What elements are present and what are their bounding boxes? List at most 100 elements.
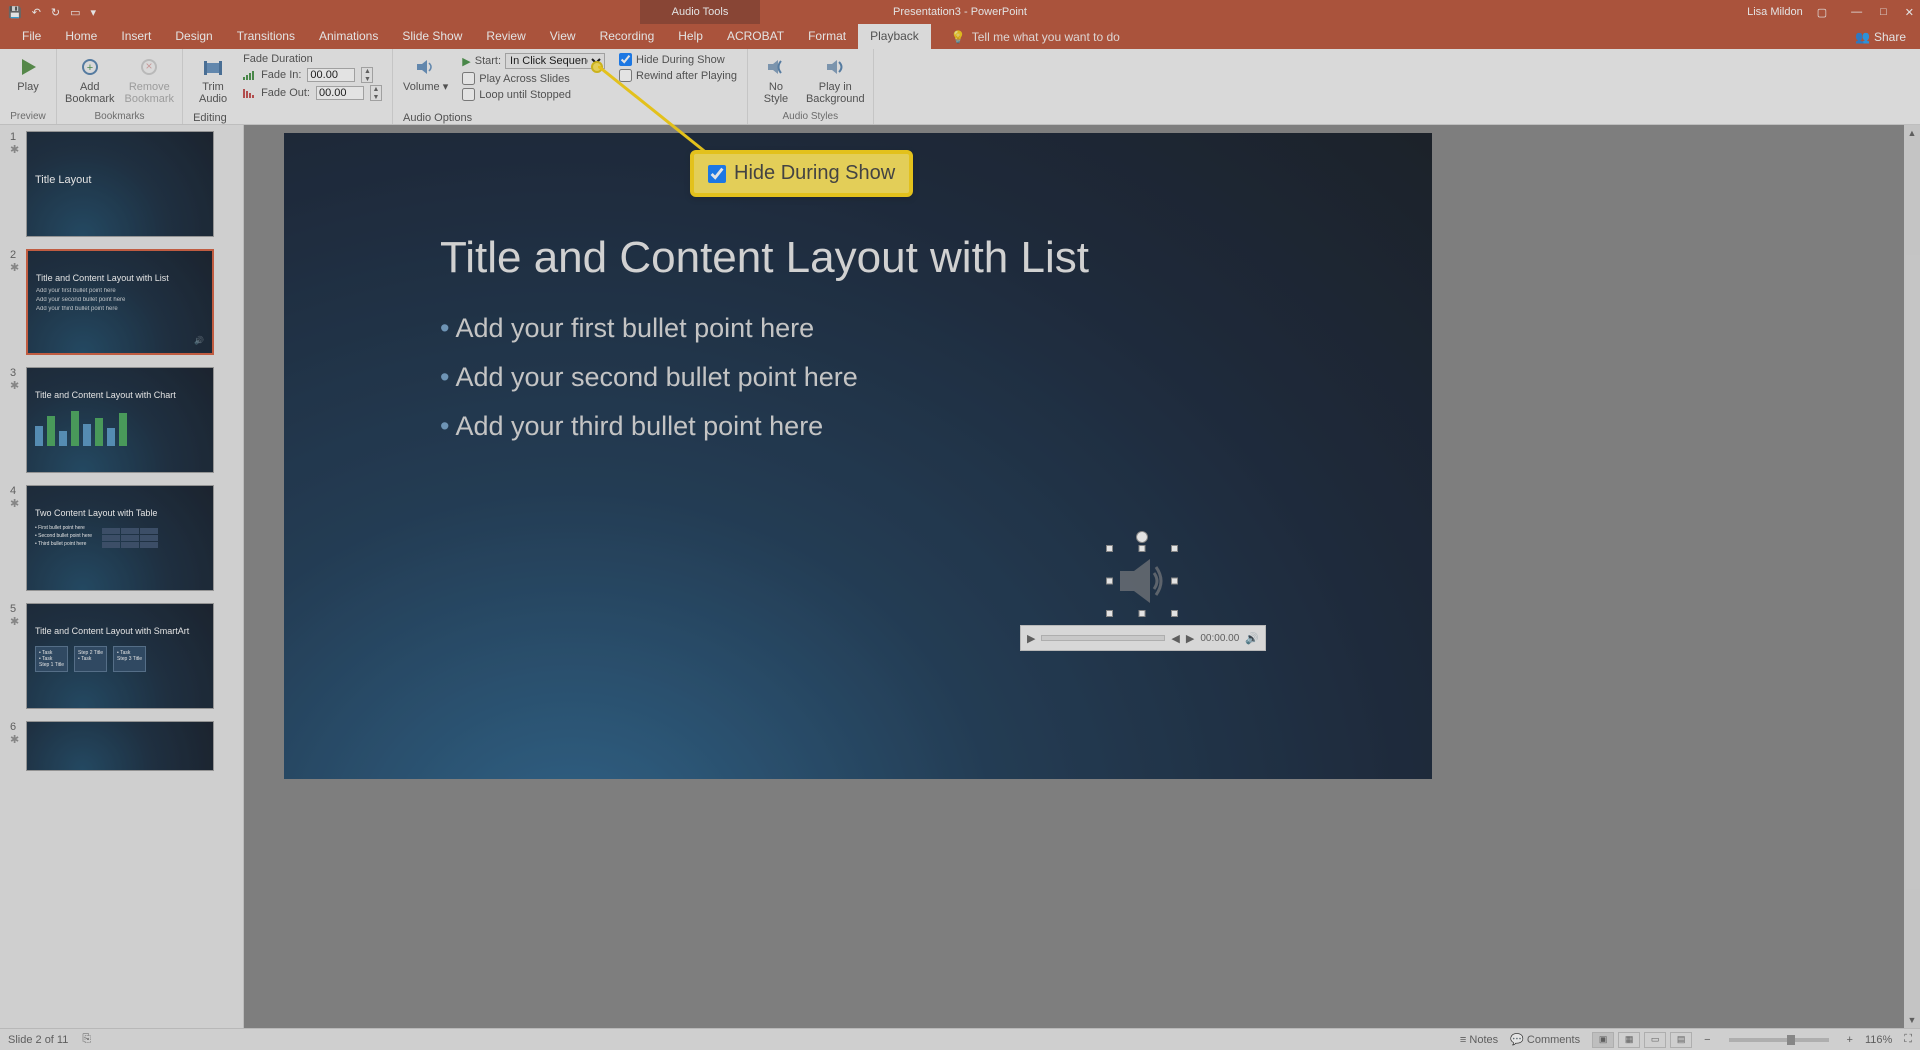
callout-checkbox [708, 165, 726, 183]
tab-animations[interactable]: Animations [307, 24, 390, 49]
svg-text:×: × [146, 59, 153, 73]
tab-transitions[interactable]: Transitions [225, 24, 307, 49]
fade-out-input[interactable] [316, 86, 364, 100]
play-button[interactable]: Play [8, 53, 48, 93]
fade-in-label: Fade In: [261, 69, 301, 81]
tab-acrobat[interactable]: ACROBAT [715, 24, 796, 49]
user-name[interactable]: Lisa Mildon [1747, 6, 1803, 18]
slide-thumbnail-1[interactable]: Title Layout [26, 131, 214, 237]
normal-view-icon[interactable]: ▣ [1592, 1032, 1614, 1048]
bullet-1[interactable]: Add your first bullet point here [440, 313, 1432, 344]
slide-thumbnail-6[interactable] [26, 721, 214, 771]
tab-home[interactable]: Home [53, 24, 109, 49]
play-background-icon [823, 55, 847, 79]
save-icon[interactable]: 💾 [8, 6, 22, 19]
loop-until-stopped-checkbox[interactable]: Loop until Stopped [462, 88, 605, 101]
share-button[interactable]: 👥 Share [1855, 30, 1906, 44]
thumb-number: 5 [10, 603, 16, 615]
slide-counter[interactable]: Slide 2 of 11 [8, 1034, 68, 1046]
scroll-up-icon[interactable]: ▲ [1904, 125, 1920, 141]
preview-group: Play Preview [0, 49, 57, 124]
add-bookmark-button[interactable]: + Add Bookmark [65, 53, 115, 105]
tab-help[interactable]: Help [666, 24, 715, 49]
slideshow-view-icon[interactable]: ▤ [1670, 1032, 1692, 1048]
zoom-level[interactable]: 116% [1865, 1034, 1892, 1046]
notes-button[interactable]: ≡ Notes [1460, 1034, 1498, 1046]
thumb-number: 1 [10, 131, 16, 143]
accessibility-icon[interactable]: ⎘ [82, 1033, 91, 1046]
bookmarks-group: + Add Bookmark × Remove Bookmark Bookmar… [57, 49, 183, 124]
tab-design[interactable]: Design [163, 24, 224, 49]
slide-thumbnail-panel[interactable]: 1✱ Title Layout 2✱ Title and Content Lay… [0, 125, 244, 1028]
slide-canvas[interactable]: Title and Content Layout with List Add y… [284, 133, 1432, 779]
tab-file[interactable]: File [10, 24, 53, 49]
zoom-slider[interactable] [1729, 1038, 1829, 1042]
fit-to-window-icon[interactable]: ⛶ [1904, 1033, 1912, 1046]
fade-out-spinner[interactable]: ▲▼ [370, 85, 382, 101]
audio-object[interactable] [1110, 549, 1174, 613]
player-prev-icon[interactable]: ◀ [1171, 632, 1179, 645]
zoom-thumb[interactable] [1787, 1035, 1795, 1045]
reading-view-icon[interactable]: ▭ [1644, 1032, 1666, 1048]
fade-out-label: Fade Out: [261, 87, 310, 99]
start-from-beginning-icon[interactable]: ▭ [70, 6, 80, 19]
rewind-after-playing-checkbox[interactable]: Rewind after Playing [619, 69, 737, 82]
status-bar: Slide 2 of 11 ⎘ ≡ Notes 💬 Comments ▣ ▦ ▭… [0, 1028, 1920, 1050]
callout-marker [591, 61, 603, 73]
hide-during-show-checkbox[interactable]: Hide During Show [619, 53, 737, 66]
tab-playback[interactable]: Playback [858, 24, 931, 49]
player-next-icon[interactable]: ▶ [1186, 632, 1194, 645]
slide-editor[interactable]: Title and Content Layout with List Add y… [244, 125, 1920, 1028]
title-bar: 💾 ↶ ↻ ▭ ▾ Presentation3 - PowerPoint Aud… [0, 0, 1920, 24]
svg-text:+: + [87, 62, 93, 74]
redo-icon[interactable]: ↻ [51, 6, 60, 19]
fade-in-input[interactable] [307, 68, 355, 82]
sorter-view-icon[interactable]: ▦ [1618, 1032, 1640, 1048]
ribbon: Play Preview + Add Bookmark × Remove Boo… [0, 49, 1920, 125]
fade-in-spinner[interactable]: ▲▼ [361, 67, 373, 83]
share-label: Share [1874, 30, 1906, 44]
bullet-3[interactable]: Add your third bullet point here [440, 411, 1432, 442]
trim-audio-button[interactable]: Trim Audio [193, 53, 233, 105]
callout-label: Hide During Show [734, 162, 895, 185]
tab-review[interactable]: Review [474, 24, 537, 49]
rotate-handle[interactable] [1136, 531, 1148, 543]
tab-view[interactable]: View [538, 24, 588, 49]
volume-icon [414, 55, 438, 79]
qat-dropdown-icon[interactable]: ▾ [91, 6, 97, 19]
undo-icon[interactable]: ↶ [32, 6, 41, 19]
tab-format[interactable]: Format [796, 24, 858, 49]
ribbon-tabs: File Home Insert Design Transitions Anim… [0, 24, 1920, 49]
play-in-background-button[interactable]: Play in Background [806, 53, 865, 105]
slide-thumbnail-2[interactable]: Title and Content Layout with List Add y… [26, 249, 214, 355]
zoom-out-icon[interactable]: − [1704, 1034, 1710, 1046]
ribbon-display-icon[interactable]: ▢ [1817, 6, 1827, 19]
vertical-scrollbar[interactable]: ▲ ▼ [1904, 125, 1920, 1028]
bullet-2[interactable]: Add your second bullet point here [440, 362, 1432, 393]
zoom-in-icon[interactable]: + [1847, 1034, 1853, 1046]
player-play-icon[interactable]: ▶ [1027, 632, 1035, 645]
minimize-icon[interactable]: — [1851, 6, 1862, 19]
slide-bullets[interactable]: Add your first bullet point here Add you… [440, 313, 1432, 442]
comments-button[interactable]: 💬 Comments [1510, 1033, 1580, 1046]
slide-thumbnail-3[interactable]: Title and Content Layout with Chart [26, 367, 214, 473]
slide-thumbnail-5[interactable]: Title and Content Layout with SmartArt •… [26, 603, 214, 709]
player-volume-icon[interactable]: 🔊 [1245, 632, 1259, 645]
scroll-down-icon[interactable]: ▼ [1904, 1012, 1920, 1028]
main-area: 1✱ Title Layout 2✱ Title and Content Lay… [0, 125, 1920, 1028]
tab-recording[interactable]: Recording [588, 24, 667, 49]
volume-button[interactable]: Volume ▾ [403, 53, 448, 101]
close-icon[interactable]: ✕ [1905, 6, 1914, 19]
maximize-icon[interactable]: □ [1880, 6, 1887, 19]
tab-slideshow[interactable]: Slide Show [390, 24, 474, 49]
chevron-down-icon: ▾ [443, 81, 449, 93]
fade-duration-label: Fade Duration [243, 53, 382, 65]
play-across-slides-checkbox[interactable]: Play Across Slides [462, 72, 605, 85]
slide-title[interactable]: Title and Content Layout with List [440, 233, 1432, 283]
tab-insert[interactable]: Insert [109, 24, 163, 49]
tell-me[interactable]: 💡 Tell me what you want to do [951, 30, 1120, 44]
player-track[interactable] [1041, 635, 1165, 641]
no-style-button[interactable]: No Style [756, 53, 796, 105]
player-time: 00:00.00 [1200, 633, 1239, 644]
slide-thumbnail-4[interactable]: Two Content Layout with Table • First bu… [26, 485, 214, 591]
